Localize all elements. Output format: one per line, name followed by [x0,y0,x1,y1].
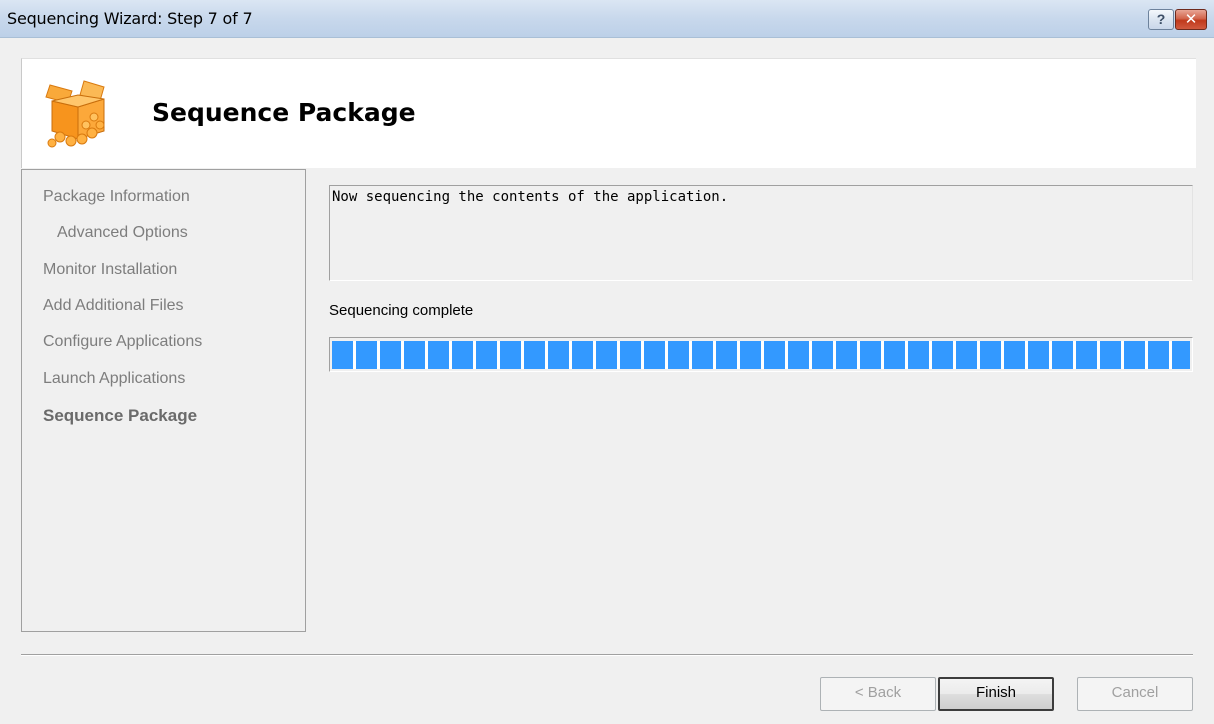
nav-item-advanced-options: Advanced Options [57,224,188,241]
page-title: Sequence Package [152,98,416,127]
progress-bar [329,337,1193,372]
status-message-box[interactable]: Now sequencing the contents of the appli… [329,185,1193,281]
package-box-icon [45,80,105,148]
nav-item-package-information: Package Information [43,188,190,205]
question-mark-icon: ? [1156,11,1166,27]
progress-label: Sequencing complete [329,302,474,319]
nav-item-monitor-installation: Monitor Installation [43,261,178,278]
status-message: Now sequencing the contents of the appli… [332,189,729,205]
nav-item-launch-applications: Launch Applications [43,370,186,387]
close-icon: ✕ [1184,10,1198,28]
finish-button[interactable]: Finish [938,677,1054,711]
nav-item-add-additional-files: Add Additional Files [43,297,184,314]
back-button[interactable]: < Back [820,677,936,711]
wizard-header: Sequence Package [21,58,1196,168]
close-button[interactable]: ✕ [1175,9,1207,30]
footer-separator [21,654,1193,656]
title-bar[interactable]: Sequencing Wizard: Step 7 of 7 ? ✕ [0,0,1214,38]
window-title: Sequencing Wizard: Step 7 of 7 [7,9,253,28]
sequencing-wizard-window: Sequencing Wizard: Step 7 of 7 ? ✕ Seque… [0,0,1214,724]
progress-fill [332,341,1190,369]
nav-item-configure-applications: Configure Applications [43,333,203,350]
cancel-button[interactable]: Cancel [1077,677,1193,711]
wizard-steps-nav: Package Information Advanced Options Mon… [21,169,306,632]
help-button[interactable]: ? [1148,9,1174,30]
nav-item-sequence-package: Sequence Package [43,406,198,425]
